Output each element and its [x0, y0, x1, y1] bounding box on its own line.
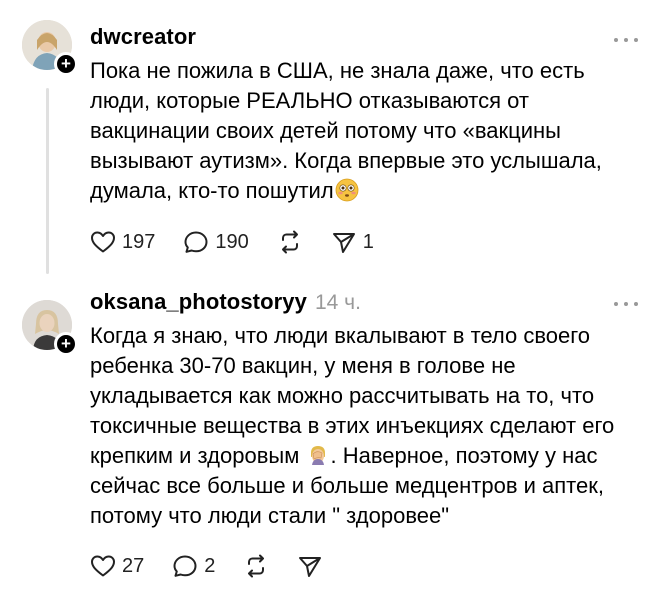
like-count: 197: [122, 230, 156, 253]
share-count: 1: [362, 230, 374, 253]
thread-post: + oksana_photostoryy 14 ч. Когда я знаю,…: [0, 284, 660, 600]
repost-icon: [281, 230, 298, 254]
repost-button[interactable]: [243, 554, 269, 578]
like-button[interactable]: 27: [90, 554, 144, 578]
follow-button[interactable]: +: [54, 332, 78, 356]
post-text: Когда я знаю, что люди вкалывают в тело …: [90, 323, 615, 528]
avatar[interactable]: +: [22, 20, 78, 76]
username[interactable]: oksana_photostoryy: [90, 289, 307, 315]
share-button[interactable]: 1: [331, 230, 374, 254]
post-actions: 197 190 1: [90, 230, 402, 254]
avatar[interactable]: +: [22, 300, 78, 356]
more-options-icon[interactable]: [614, 28, 638, 52]
follow-button[interactable]: +: [54, 52, 78, 76]
post-text: Пока не пожила в США, не знала даже, что…: [90, 58, 602, 203]
share-button[interactable]: [297, 554, 323, 578]
like-button[interactable]: 197: [90, 230, 155, 254]
like-count: 27: [122, 554, 145, 577]
username[interactable]: dwcreator: [90, 24, 196, 50]
repost-icon: [248, 554, 265, 578]
face-palm-emoji: [311, 446, 326, 465]
reply-button[interactable]: 190: [183, 230, 249, 254]
reply-count: 2: [204, 554, 216, 577]
more-options-icon[interactable]: [614, 292, 638, 316]
reply-count: 190: [215, 230, 249, 253]
thread-line: [46, 88, 49, 274]
send-icon: [299, 557, 322, 577]
post-time: 14 ч.: [314, 291, 361, 314]
post-actions: 27 2: [90, 554, 351, 578]
flushed-face-emoji: [335, 178, 359, 202]
post-header: dwcreator: [90, 24, 196, 50]
comment-icon: [184, 231, 208, 253]
send-icon: [332, 233, 355, 253]
comment-icon: [173, 555, 197, 577]
heart-icon: [91, 555, 115, 577]
reply-button[interactable]: 2: [172, 554, 215, 578]
thread-post: + dwcreator Пока не пожила в США, не зна…: [0, 0, 660, 284]
repost-button[interactable]: [277, 230, 303, 254]
post-header: oksana_photostoryy 14 ч.: [90, 289, 361, 315]
heart-icon: [91, 231, 115, 253]
